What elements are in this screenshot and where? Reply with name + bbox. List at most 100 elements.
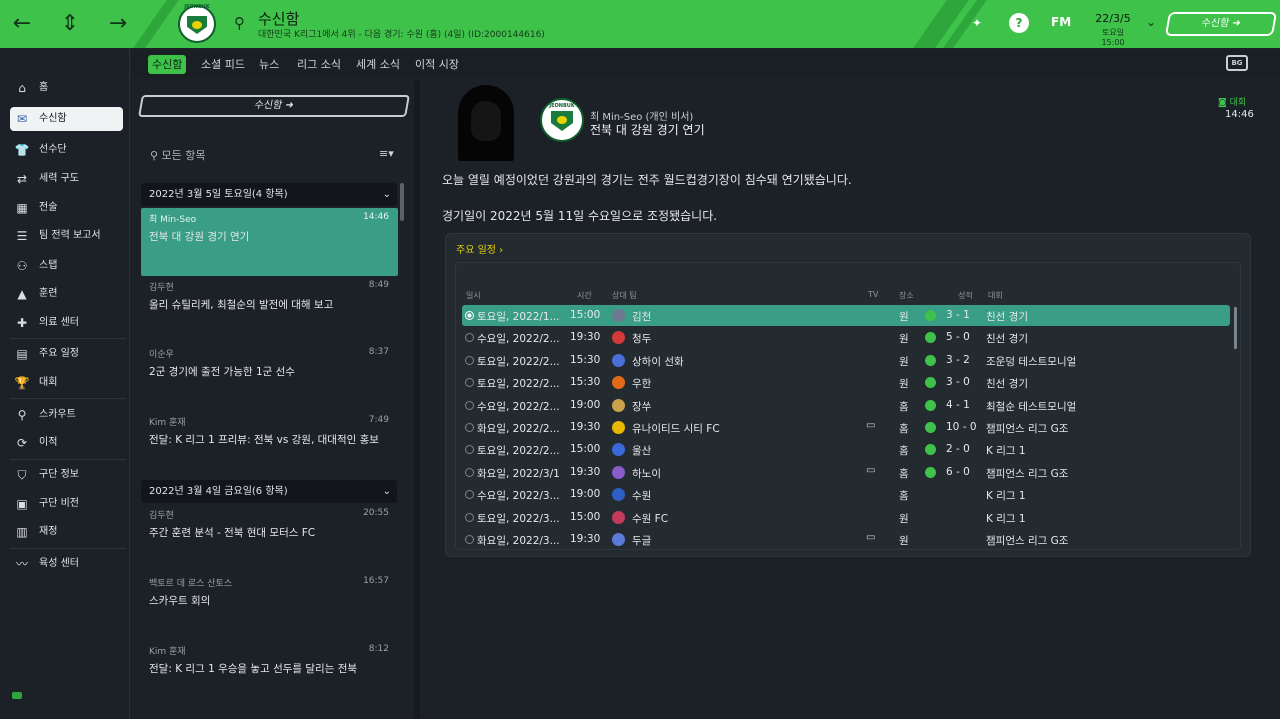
match-competition[interactable]: K 리그 1	[986, 511, 1026, 526]
forward-arrow-icon[interactable]: →	[102, 8, 134, 40]
match-result[interactable]: 10 - 0	[946, 421, 977, 433]
column-header-time[interactable]: 시간	[577, 290, 592, 301]
message-group-header[interactable]: 2022년 3월 5일 토요일(4 항목) ⌄	[141, 183, 397, 206]
sidebar-item-development[interactable]: 〰 육성 센터	[10, 552, 123, 576]
fm-logo[interactable]: FM	[1051, 15, 1071, 29]
table-row[interactable]: 토요일, 2022/3... 15:00 수원 FC 원 K 리그 1	[462, 507, 1230, 528]
sidebar-item-medical[interactable]: ✚ 의료 센터	[10, 311, 123, 335]
tab-news[interactable]: 뉴스	[255, 55, 283, 74]
column-header-date[interactable]: 일시	[466, 290, 481, 301]
row-select-radio[interactable]	[465, 535, 474, 544]
sidebar-item-dynamics[interactable]: ⇄ 세력 구도	[10, 167, 123, 191]
chevron-down-icon[interactable]: ⌄	[1146, 15, 1156, 29]
column-header-competition[interactable]: 대회	[988, 290, 1003, 301]
row-select-radio[interactable]	[465, 333, 474, 343]
opponent-name[interactable]: 수원	[632, 488, 651, 503]
opponent-name[interactable]: 장쑤	[632, 399, 651, 414]
sidebar-item-schedule[interactable]: ▤ 주요 일정	[10, 342, 123, 366]
search-icon[interactable]: ⚲	[234, 14, 245, 32]
sidebar-item-club-vision[interactable]: ▣ 구단 비전	[10, 492, 123, 516]
filter-dropdown[interactable]: ⚲ 모든 항목	[150, 147, 206, 163]
message-item[interactable]: Kim 훈재 전달: K 리그 1 우승을 놓고 선두를 달리는 전북 8:12	[141, 640, 398, 708]
row-select-radio[interactable]	[465, 423, 474, 432]
schedule-scrollbar[interactable]	[1234, 307, 1237, 349]
sidebar-item-competitions[interactable]: 🏆 대회	[10, 371, 123, 395]
tab-social-feed[interactable]: 소셜 피드	[197, 55, 249, 74]
club-logo[interactable]: JEONBUK	[178, 4, 216, 43]
match-competition[interactable]: K 리그 1	[986, 488, 1026, 503]
table-row[interactable]: 토요일, 2022/2... 15:30 상하이 선화 원 3 - 2 조운덩 테스트모니…	[462, 350, 1230, 371]
tab-league-news[interactable]: 리그 소식	[293, 55, 345, 74]
tab-transfer-market[interactable]: 이적 시장	[411, 55, 463, 74]
sender-club-logo[interactable]: JEONBUK	[540, 98, 584, 142]
match-competition[interactable]: 친선 경기	[986, 331, 1028, 346]
tab-world-news[interactable]: 세계 소식	[352, 55, 404, 74]
sidebar-item-finances[interactable]: ▥ 재정	[10, 520, 123, 544]
back-arrow-icon[interactable]: ←	[6, 8, 38, 40]
column-header-opponent[interactable]: 상대 팀	[612, 290, 637, 301]
row-select-radio[interactable]	[465, 400, 474, 410]
match-competition[interactable]: K 리그 1	[986, 443, 1026, 458]
help-icon[interactable]: ?	[1009, 13, 1029, 33]
column-header-venue[interactable]: 장소	[899, 290, 914, 301]
sidebar-item-training[interactable]: ▲ 훈련	[10, 282, 123, 306]
list-scrollbar[interactable]	[400, 183, 404, 221]
filter-menu-icon[interactable]: ≡▾	[379, 147, 394, 160]
schedule-title-link[interactable]: 주요 일정 ›	[456, 241, 503, 256]
sidebar-item-staff[interactable]: ⚇ 스탭	[10, 254, 123, 278]
opponent-name[interactable]: 수원 FC	[632, 511, 668, 526]
row-select-radio[interactable]	[465, 490, 474, 500]
tab-inbox[interactable]: 수신함	[148, 55, 187, 74]
row-select-radio[interactable]	[465, 445, 474, 455]
match-result[interactable]: 2 - 0	[946, 443, 970, 455]
table-row[interactable]: 수요일, 2022/3... 19:00 수원 홈 K 리그 1	[462, 484, 1230, 505]
table-row[interactable]: 화요일, 2022/2... 19:30 유나이티드 시티 FC ▭ 홈 10 - 0 챔피…	[462, 417, 1230, 438]
table-row[interactable]: 화요일, 2022/3... 19:30 두글 ▭ 원 챔피언스 리그 G조	[462, 529, 1230, 549]
table-row[interactable]: 토요일, 2022/2... 15:00 울산 홈 2 - 0 K 리그 1	[462, 439, 1230, 460]
match-competition[interactable]: 친선 경기	[986, 376, 1028, 391]
match-competition[interactable]: 챔피언스 리그 G조	[986, 533, 1068, 548]
message-item[interactable]: 김두현 주간 훈련 분석 - 전북 현대 모터스 FC 20:55	[141, 504, 398, 572]
message-item[interactable]: 이순우 2군 경기에 출전 가능한 1군 선수 8:37	[141, 343, 398, 411]
match-result[interactable]: 5 - 0	[946, 331, 970, 343]
sidebar-item-inbox[interactable]: ✉ 수신함	[10, 107, 123, 131]
sidebar-item-home[interactable]: ⌂ 홈	[10, 76, 123, 100]
message-item[interactable]: 최 Min-Seo 전북 대 강원 경기 연기 14:46	[141, 208, 398, 276]
table-row[interactable]: 수요일, 2022/2... 19:30 청두 원 5 - 0 친선 경기	[462, 327, 1230, 348]
row-select-radio[interactable]	[465, 355, 474, 365]
sidebar-item-club-info[interactable]: ⛉ 구단 정보	[10, 463, 123, 487]
match-result[interactable]: 3 - 2	[946, 354, 970, 366]
opponent-name[interactable]: 우한	[632, 376, 651, 391]
manager-icon[interactable]: ✦	[967, 13, 987, 33]
message-item[interactable]: 백토르 데 로스 산토스 스카우트 회의 16:57	[141, 572, 398, 640]
message-item[interactable]: Kim 훈재 전달: K 리그 1 프리뷰: 전북 vs 강원, 대대적인 홍보…	[141, 411, 398, 479]
opponent-name[interactable]: 상하이 선화	[632, 354, 684, 369]
row-select-radio[interactable]	[465, 378, 474, 388]
column-header-result[interactable]: 성적	[958, 290, 973, 301]
match-result[interactable]: 3 - 0	[946, 376, 970, 388]
match-competition[interactable]: 챔피언스 리그 G조	[986, 421, 1068, 436]
opponent-name[interactable]: 하노이	[632, 466, 661, 481]
sidebar-item-squad[interactable]: 👕 선수단	[10, 138, 123, 162]
opponent-name[interactable]: 김천	[632, 309, 651, 324]
match-result[interactable]: 3 - 1	[946, 309, 970, 321]
updown-icon[interactable]: ⇕	[54, 8, 86, 40]
sidebar-item-team-report[interactable]: ☰ 팀 전력 보고서	[10, 224, 123, 248]
background-toggle-icon[interactable]: BG	[1226, 55, 1248, 71]
message-group-header[interactable]: 2022년 3월 4일 금요일(6 항목) ⌄	[141, 480, 397, 503]
column-header-tv[interactable]: TV	[868, 290, 878, 299]
inbox-continue-button[interactable]: 수신함 ➜	[138, 95, 410, 117]
row-select-radio[interactable]	[465, 467, 474, 477]
table-row[interactable]: 토요일, 2022/1... 15:00 김천 원 3 - 1 친선 경기	[462, 305, 1230, 326]
status-icon[interactable]	[12, 692, 22, 699]
sidebar-item-tactics[interactable]: ▦ 전술	[10, 196, 123, 220]
sender-portrait[interactable]	[452, 83, 520, 161]
table-row[interactable]: 화요일, 2022/3/1 19:30 하노이 ▭ 홈 6 - 0 챔피언스 리그 G조	[462, 462, 1230, 483]
continue-button[interactable]: 수신함 ➜	[1164, 12, 1278, 36]
match-result[interactable]: 6 - 0	[946, 466, 970, 478]
table-row[interactable]: 수요일, 2022/2... 19:00 장쑤 홈 4 - 1 최철순 테스트모니얼	[462, 395, 1230, 416]
match-competition[interactable]: 최철순 테스트모니얼	[986, 399, 1076, 414]
match-competition[interactable]: 친선 경기	[986, 309, 1028, 324]
reply-link[interactable]: ◙ 대회	[1218, 95, 1246, 108]
opponent-name[interactable]: 두글	[632, 533, 651, 548]
